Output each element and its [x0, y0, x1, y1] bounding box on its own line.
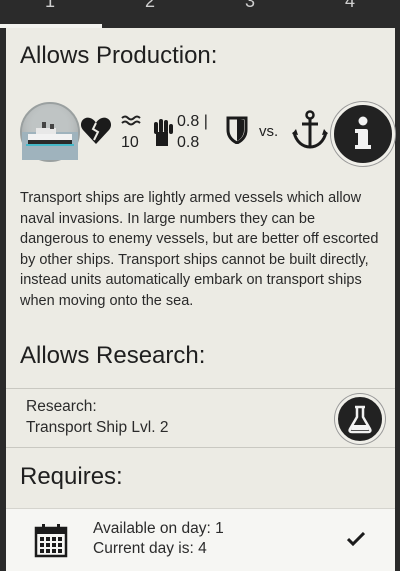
flask-icon	[348, 405, 372, 434]
unit-stats-row: 10 0.8 | 0.8 vs.	[0, 96, 400, 170]
movement-value: 10	[121, 134, 139, 151]
available-day-text: Available on day: 1	[93, 520, 224, 537]
check-icon	[347, 532, 365, 546]
current-day-text: Current day is: 4	[93, 540, 207, 557]
tab-2[interactable]: 2	[100, 0, 200, 28]
attack-value-2: 0.8	[177, 134, 200, 151]
shield-icon	[226, 116, 248, 144]
tab-4[interactable]: 4	[300, 0, 400, 28]
research-button[interactable]	[335, 394, 385, 444]
anchor-icon	[292, 110, 328, 149]
production-title: Allows Production:	[20, 42, 218, 69]
vs-label: vs.	[259, 123, 279, 140]
fist-icon	[154, 119, 173, 146]
calendar-icon	[34, 524, 68, 558]
requires-title: Requires:	[20, 463, 123, 490]
attack-value: 0.8 |	[177, 113, 208, 130]
info-icon	[355, 116, 371, 149]
waves-icon	[121, 115, 141, 126]
ship-icon	[22, 122, 78, 160]
research-label: Research:	[26, 398, 97, 415]
tab-3[interactable]: 3	[200, 0, 300, 28]
broken-heart-icon	[80, 117, 112, 144]
transport-ship-image[interactable]	[20, 102, 80, 162]
unit-description: Transport ships are lightly armed vessel…	[20, 190, 379, 309]
info-button[interactable]	[331, 102, 395, 166]
research-item: Transport Ship Lvl. 2	[26, 419, 169, 436]
research-title: Allows Research:	[20, 342, 206, 369]
tab-bar: 1 2 3 4	[0, 0, 400, 28]
